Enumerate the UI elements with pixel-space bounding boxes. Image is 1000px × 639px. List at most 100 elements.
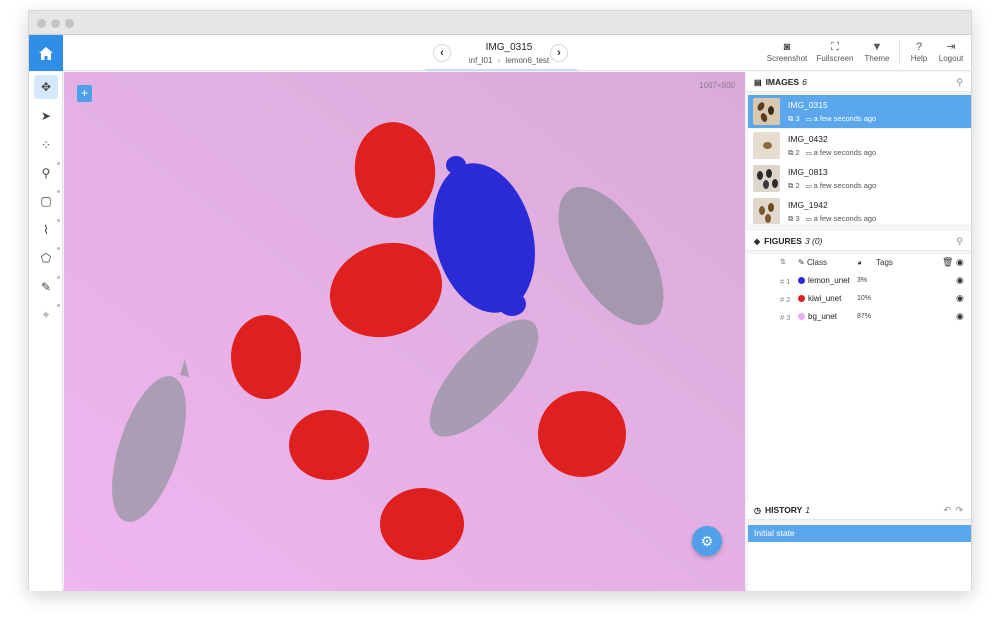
fullscreen-label: Fullscreen [816,54,854,63]
brush-icon: ✎ [40,280,52,294]
image-time: a few seconds ago [813,114,877,123]
area-icon: ◕ [857,258,862,267]
skeleton-tool-button[interactable]: ⚲ [34,161,60,185]
move-tool-button[interactable]: ✥ [34,75,58,99]
window-minimize-dot[interactable] [51,19,60,28]
image-meta: ⧉ 3 ▭ a few seconds ago [788,214,877,223]
title-underline [425,69,577,71]
image-list-item[interactable]: IMG_0813 ⧉ 2 ▭ a few seconds ago [748,162,971,195]
image-figure-count: 2 [795,181,800,190]
figure-number: # 1 [780,277,791,286]
eye-icon[interactable]: ◉ [956,275,964,286]
image-meta: ⧉ 2 ▭ a few seconds ago [788,148,877,157]
images-icon: ▤ [754,78,762,87]
left-toolbar: ✥ ➤ ⁘ ⚲ ▢ ⌇ ⬠ ✎ ✦ [29,72,63,591]
pointer-icon: ➤ [40,109,52,123]
window-zoom-dot[interactable] [65,19,74,28]
move-icon: ✥ [40,80,52,94]
logout-button[interactable]: ⇥ Logout [929,40,973,63]
images-filter-icon[interactable]: ⚲ [956,72,963,92]
select-tool-button[interactable]: ➤ [34,104,58,128]
sort-icon[interactable]: ⇅ [780,258,786,266]
tags-column-header: Tags [876,258,893,267]
image-name: IMG_0813 [788,167,828,177]
figures-count: 3 (0) [804,236,823,246]
image-thumbnail [753,132,780,159]
sliders-icon: ⚙ [700,532,714,549]
polygon-tool-button[interactable]: ⬠ [34,246,60,270]
magic-wand-tool-button[interactable]: ✦ [34,303,60,327]
polyline-tool-button[interactable]: ⌇ [34,218,60,242]
image-name: IMG_1942 [788,200,828,210]
figures-filter-icon[interactable]: ⚲ [956,231,963,251]
image-time: a few seconds ago [813,214,877,223]
bbox-tool-button[interactable]: ▢ [34,189,60,213]
image-dimensions: 1067×800 [699,81,735,90]
figure-row[interactable]: # 3 bg_unet 87% ◉ [748,308,971,326]
window-titlebar [29,11,971,35]
points-tool-button[interactable]: ⁘ [34,133,58,157]
polyline-icon: ⌇ [43,223,49,237]
image-canvas[interactable]: 1067×800 [64,72,745,591]
help-label: Help [910,54,928,63]
breadcrumb-separator: › [497,56,501,65]
theme-button[interactable]: ▼ Theme [855,40,899,63]
home-button[interactable] [29,35,63,71]
image-list-item[interactable]: IMG_1942 ⧉ 3 ▭ a few seconds ago [748,195,971,224]
screenshot-button[interactable]: ◙ Screenshot [765,40,809,63]
breadcrumb-dataset[interactable]: lemon6_test [506,56,550,65]
figure-color-dot [798,313,805,320]
figure-row[interactable]: # 1 lemon_unet 3% ◉ [748,272,971,290]
toggle-all-visibility-icon[interactable]: ◉ [956,257,964,268]
camera-icon: ◙ [783,41,791,53]
figures-empty-area [748,326,971,500]
canvas-settings-button[interactable]: ⚙ [692,526,722,556]
figure-number: # 2 [780,295,791,304]
images-title: IMAGES [765,77,800,87]
history-count: 1 [805,505,811,515]
image-list-item[interactable]: IMG_0432 ⧉ 2 ▭ a few seconds ago [748,129,971,162]
figure-number: # 3 [780,313,791,322]
logout-label: Logout [938,54,964,63]
image-thumbnail [753,198,780,224]
figures-title: FIGURES [764,236,802,246]
history-item[interactable]: Initial state [748,525,971,542]
screenshot-label: Screenshot [766,54,808,63]
images-section-header: ▤ IMAGES 6 ⚲ [746,72,971,92]
right-panel: ▤ IMAGES 6 ⚲ IMG_0315 ⧉ 3 ▭ a few seconds … [746,72,971,591]
image-thumbnail [753,165,780,192]
eye-icon[interactable]: ◉ [956,293,964,304]
history-section-header: ◷ HISTORY 1 ↶ ↷ [746,500,971,520]
logout-icon: ⇥ [946,41,956,53]
image-time: a few seconds ago [813,148,877,157]
magic-wand-icon: ✦ [40,308,52,322]
clock-icon: ◷ [754,506,761,515]
figures-table-header: ⇅ ✎ Class ◕ Tags 🗑 ◉ [748,254,971,272]
image-meta: ⧉ 3 ▭ a few seconds ago [788,114,877,123]
eye-icon[interactable]: ◉ [956,311,964,322]
fullscreen-button[interactable]: ⛶ Fullscreen [813,40,857,63]
redo-icon[interactable]: ↷ [955,500,963,520]
breadcrumb-project[interactable]: inf_l01 [469,56,493,65]
undo-icon[interactable]: ↶ [943,500,951,520]
figures-section-header: ◈ FIGURES 3 (0) ⚲ [746,231,971,251]
figure-class: lemon_unet [808,276,850,285]
next-image-button[interactable]: › [550,44,568,62]
add-layer-button[interactable]: + [77,85,92,102]
image-name: IMG_0315 [788,100,828,110]
window-close-dot[interactable] [37,19,46,28]
brush-tool-button[interactable]: ✎ [34,275,60,299]
theme-label: Theme [864,54,890,63]
top-bar: ‹ IMG_0315 inf_l01 › lemon6_test › ◙ Scr… [29,35,971,71]
skeleton-icon: ⚲ [41,166,51,180]
theme-icon: ▼ [871,41,883,53]
fullscreen-icon: ⛶ [831,41,839,53]
class-column-header[interactable]: ✎ Class [798,258,827,267]
image-thumbnail [753,98,780,125]
class-column-label: Class [806,258,827,267]
figure-color-dot [798,277,805,284]
image-figure-count: 2 [795,148,800,157]
figure-row[interactable]: # 2 kiwi_unet 10% ◉ [748,290,971,308]
image-list-item[interactable]: IMG_0315 ⧉ 3 ▭ a few seconds ago [748,95,971,128]
delete-all-icon[interactable]: 🗑 [942,257,953,268]
